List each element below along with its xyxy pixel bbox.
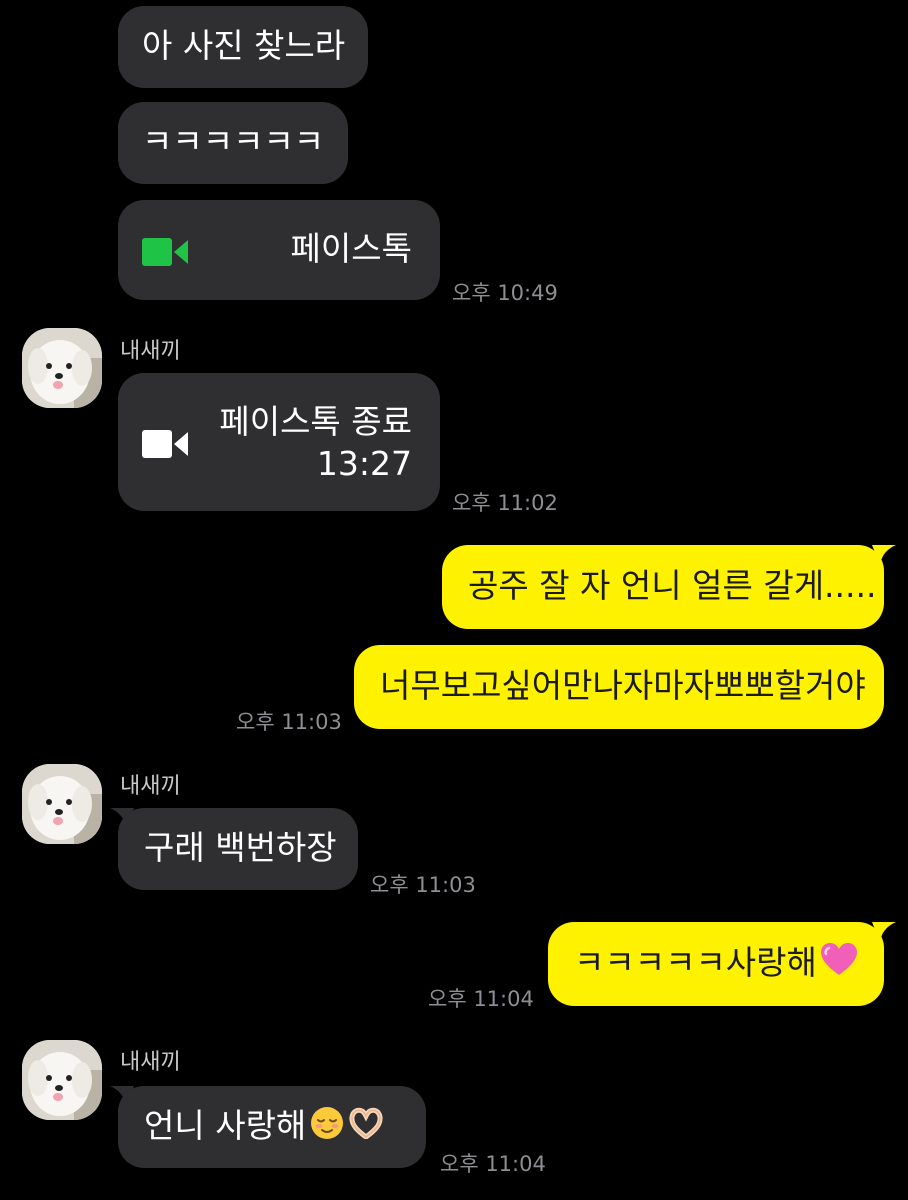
timestamp: 오후 11:03 bbox=[236, 710, 342, 734]
timestamp: 오후 10:49 bbox=[452, 281, 558, 305]
message-text: 언니 사랑해 bbox=[144, 1106, 307, 1145]
facetalk-ended-label: 페이스톡 종료 bbox=[219, 402, 412, 441]
avatar[interactable] bbox=[22, 764, 102, 844]
message-text: ㅋㅋㅋㅋㅋㅋ bbox=[142, 122, 325, 161]
heart-emoji bbox=[820, 942, 857, 987]
incoming-message[interactable]: 언니 사랑해 bbox=[118, 1086, 426, 1168]
avatar[interactable] bbox=[22, 328, 102, 408]
relieved-face-emoji bbox=[310, 1106, 344, 1150]
video-camera-icon bbox=[142, 236, 188, 278]
sender-name: 내새끼 bbox=[120, 774, 181, 799]
heart-hands-emoji bbox=[348, 1107, 384, 1149]
outgoing-message[interactable]: 공주 잘 자 언니 얼른 갈게..... bbox=[442, 545, 884, 629]
timestamp: 오후 11:04 bbox=[440, 1152, 546, 1176]
call-duration: 13:27 bbox=[316, 444, 412, 483]
incoming-message[interactable]: 구래 백번하장 bbox=[118, 808, 358, 890]
dog-photo bbox=[22, 764, 102, 844]
facetalk-ended-bubble[interactable]: 페이스톡 종료 13:27 bbox=[118, 373, 440, 511]
avatar[interactable] bbox=[22, 1040, 102, 1120]
dog-photo bbox=[22, 328, 102, 408]
message-text: ㅋㅋㅋㅋㅋ사랑해 bbox=[574, 943, 817, 982]
incoming-message[interactable]: ㅋㅋㅋㅋㅋㅋ bbox=[118, 102, 348, 184]
message-text: 너무보고싶어만나자마자뽀뽀할거야 bbox=[380, 666, 866, 705]
dog-photo bbox=[22, 1040, 102, 1120]
timestamp: 오후 11:03 bbox=[370, 873, 476, 897]
message-text: 아 사진 찾느라 bbox=[142, 26, 346, 65]
facetalk-call-bubble[interactable]: 페이스톡 bbox=[118, 200, 440, 300]
video-camera-icon bbox=[142, 428, 188, 470]
timestamp: 오후 11:04 bbox=[428, 987, 534, 1011]
outgoing-message[interactable]: ㅋㅋㅋㅋㅋ사랑해 bbox=[548, 922, 884, 1006]
timestamp: 오후 11:02 bbox=[452, 491, 558, 515]
bubble-tail bbox=[872, 545, 896, 565]
outgoing-message[interactable]: 너무보고싶어만나자마자뽀뽀할거야 bbox=[354, 645, 884, 729]
message-text: 공주 잘 자 언니 얼른 갈게..... bbox=[468, 566, 877, 605]
sender-name: 내새끼 bbox=[120, 1050, 181, 1075]
sender-name: 내새끼 bbox=[120, 339, 181, 364]
message-text: 구래 백번하장 bbox=[144, 828, 337, 867]
bubble-tail bbox=[872, 922, 896, 942]
facetalk-label: 페이스톡 bbox=[290, 229, 412, 268]
incoming-message[interactable]: 아 사진 찾느라 bbox=[118, 6, 368, 88]
